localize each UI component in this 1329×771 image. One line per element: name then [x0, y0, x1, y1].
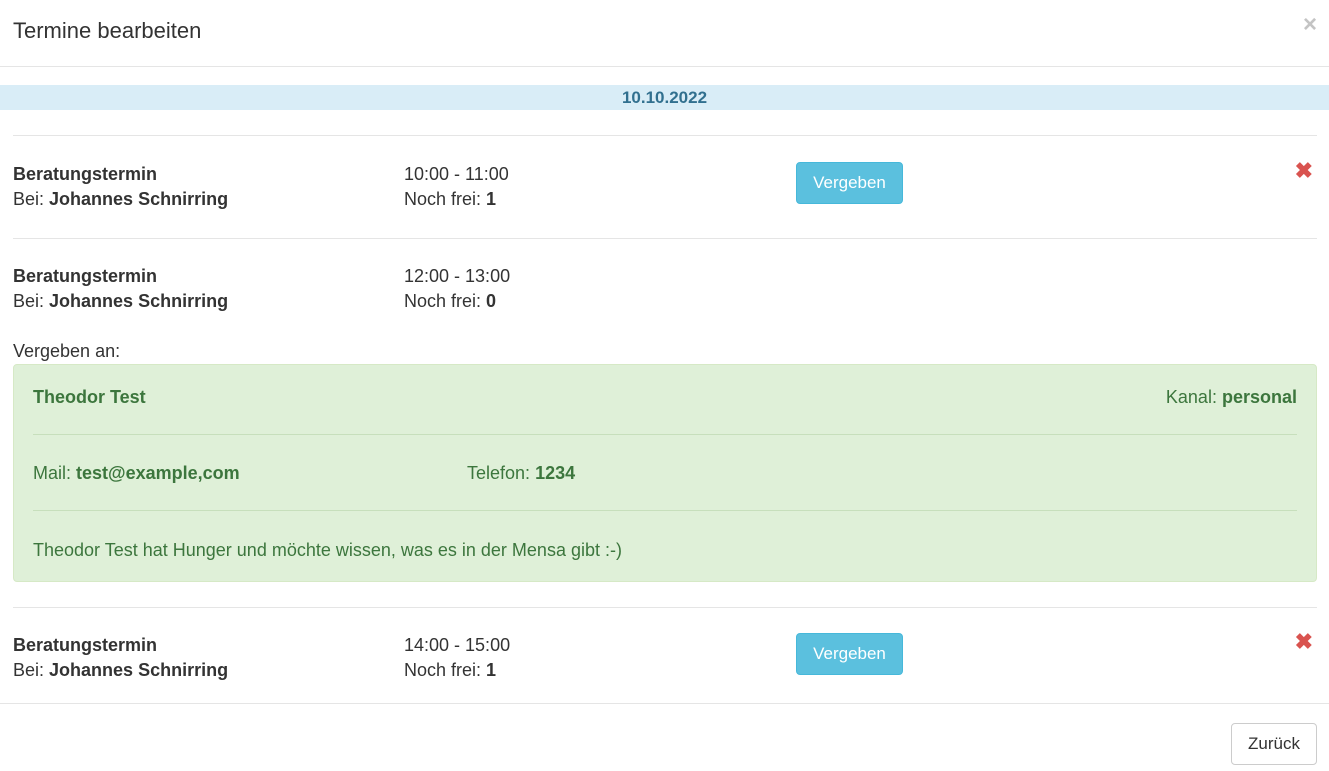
divider: [13, 135, 1317, 136]
delete-icon[interactable]: ✖: [1295, 160, 1313, 182]
mail-value: test@example,com: [76, 463, 240, 483]
modal-header: Termine bearbeiten ×: [0, 0, 1329, 67]
slot-time: 12:00 - 13:00: [404, 266, 511, 286]
slot-title: Beratungstermin: [13, 164, 158, 184]
phone-info: Telefon: 1234: [467, 462, 575, 484]
client-name: Theodor Test: [33, 387, 146, 407]
slot-title: Beratungstermin: [13, 635, 158, 655]
modal-footer-border: [0, 703, 1329, 704]
back-button[interactable]: Zurück: [1231, 723, 1317, 765]
free-label: Noch frei:: [404, 291, 482, 311]
appointment-slot: Beratungstermin Bei: Johannes Schnirring…: [13, 631, 1317, 685]
channel-info: Kanal: personal: [1166, 386, 1297, 408]
assignment-panel: Theodor Test Kanal: personal Mail: test@…: [13, 364, 1317, 582]
slot-info: Beratungstermin Bei: Johannes Schnirring: [13, 264, 228, 314]
advisor-name: Johannes Schnirring: [49, 189, 229, 209]
free-count: 0: [486, 291, 497, 311]
divider: [13, 607, 1317, 608]
mail-label: Mail:: [33, 463, 72, 483]
free-label: Noch frei:: [404, 189, 482, 209]
client-note: Theodor Test hat Hunger und möchte wisse…: [33, 540, 622, 560]
slot-title: Beratungstermin: [13, 266, 158, 286]
slot-time: 10:00 - 11:00: [404, 164, 509, 184]
divider: [13, 238, 1317, 239]
advisor-name: Johannes Schnirring: [49, 660, 229, 680]
free-count: 1: [486, 660, 497, 680]
phone-label: Telefon:: [467, 463, 531, 483]
assign-button[interactable]: Vergeben: [796, 633, 903, 675]
phone-value: 1234: [535, 463, 576, 483]
advisor-label: Bei:: [13, 660, 45, 680]
appointment-slot: Beratungstermin Bei: Johannes Schnirring…: [13, 264, 1317, 316]
delete-icon[interactable]: ✖: [1295, 631, 1313, 653]
free-count: 1: [486, 189, 497, 209]
channel-value: personal: [1221, 387, 1297, 407]
appointment-slot: Beratungstermin Bei: Johannes Schnirring…: [13, 160, 1317, 214]
channel-label: Kanal:: [1165, 387, 1217, 407]
modal-title: Termine bearbeiten: [13, 18, 202, 43]
assign-button[interactable]: Vergeben: [796, 162, 903, 204]
panel-divider: [33, 434, 1297, 435]
advisor-label: Bei:: [13, 291, 45, 311]
slot-info: Beratungstermin Bei: Johannes Schnirring: [13, 633, 228, 683]
close-icon[interactable]: ×: [1303, 12, 1317, 38]
advisor-label: Bei:: [13, 189, 45, 209]
slot-time-info: 10:00 - 11:00 Noch frei: 1: [404, 162, 509, 212]
assigned-to-label: Vergeben an:: [13, 341, 121, 361]
slot-time: 14:00 - 15:00: [404, 635, 511, 655]
slot-info: Beratungstermin Bei: Johannes Schnirring: [13, 162, 228, 212]
mail-info: Mail: test@example,com: [33, 462, 240, 484]
advisor-name: Johannes Schnirring: [49, 291, 229, 311]
edit-appointments-modal: Termine bearbeiten × 10.10.2022 Beratung…: [0, 0, 1329, 771]
free-label: Noch frei:: [404, 660, 482, 680]
panel-divider: [33, 510, 1297, 511]
slot-time-info: 12:00 - 13:00 Noch frei: 0: [404, 264, 510, 314]
date-header: 10.10.2022: [0, 85, 1329, 110]
slot-time-info: 14:00 - 15:00 Noch frei: 1: [404, 633, 510, 683]
